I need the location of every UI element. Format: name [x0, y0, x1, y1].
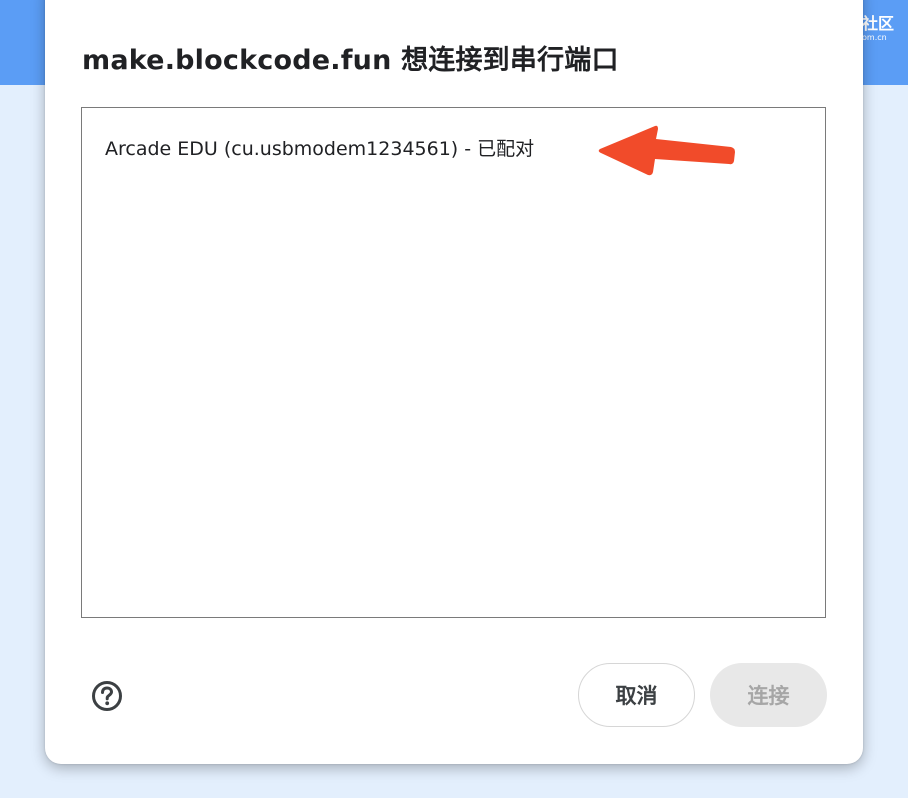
port-item-label: Arcade EDU (cu.usbmodem1234561) - 已配对 [105, 138, 535, 160]
watermark-text: 社区 [862, 14, 895, 33]
red-arrow-icon [598, 125, 735, 176]
connect-button[interactable]: 连接 [710, 663, 827, 727]
help-circle-icon[interactable] [91, 680, 123, 712]
dialog-title: make.blockcode.fun 想连接到串行端口 [82, 45, 619, 76]
watermark-url: om.cn [862, 33, 887, 42]
cancel-button[interactable]: 取消 [578, 663, 695, 727]
serial-port-dialog: make.blockcode.fun 想连接到串行端口 Arcade EDU (… [45, 0, 863, 764]
port-list: Arcade EDU (cu.usbmodem1234561) - 已配对 [81, 107, 826, 618]
